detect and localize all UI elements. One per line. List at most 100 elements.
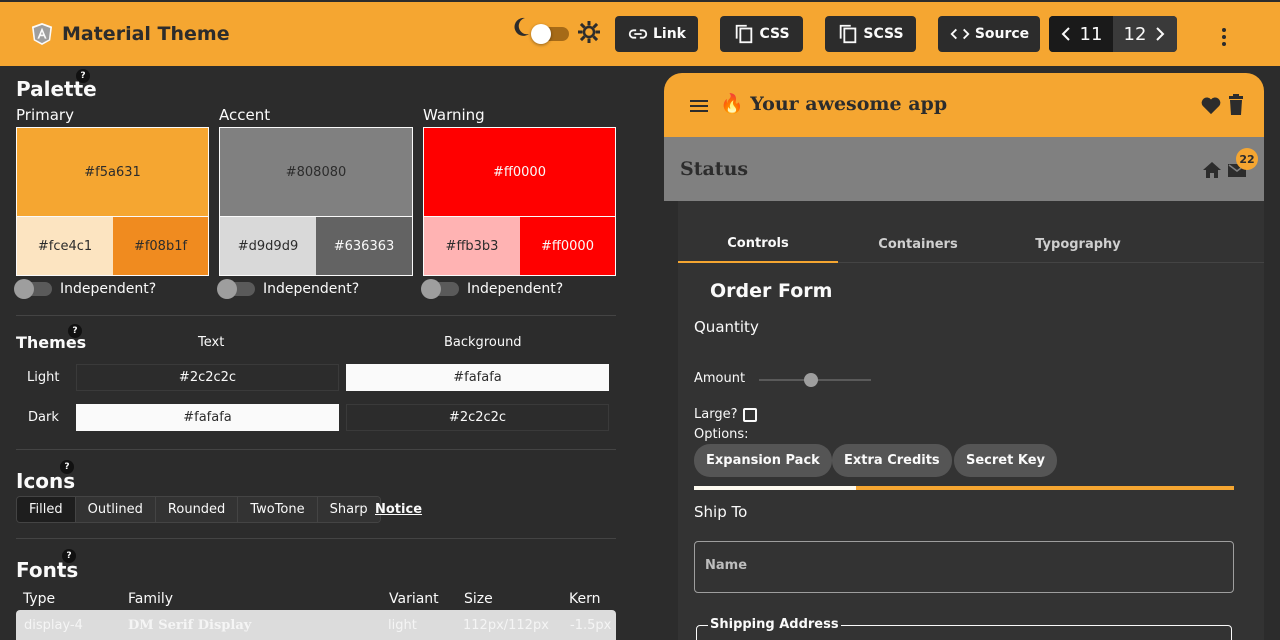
current-version: 11 xyxy=(1079,23,1103,45)
menu-icon[interactable] xyxy=(688,95,710,117)
app-title: Material Theme xyxy=(62,23,230,45)
tab-containers[interactable]: Containers xyxy=(838,225,998,263)
moon-icon xyxy=(514,17,529,36)
icon-style-sharp[interactable]: Sharp xyxy=(317,497,380,522)
slider-thumb[interactable] xyxy=(803,373,818,387)
name-field[interactable] xyxy=(694,541,1234,593)
copy-icon xyxy=(840,24,857,44)
large-label: Large? xyxy=(694,407,738,422)
tab-typography[interactable]: Typography xyxy=(998,225,1158,263)
preview-tabs: Controls Containers Typography xyxy=(678,225,1264,263)
icon-style-rounded[interactable]: Rounded xyxy=(155,497,239,522)
toggle-knob xyxy=(217,279,237,299)
fonts-header-family: Family xyxy=(128,591,174,607)
delete-icon[interactable] xyxy=(1226,94,1246,116)
heart-icon[interactable] xyxy=(1200,94,1222,116)
warning-dark-swatch[interactable]: #ff0000 xyxy=(520,217,615,275)
icon-style-twotone[interactable]: TwoTone xyxy=(238,497,318,522)
light-background-color[interactable]: #fafafa xyxy=(346,364,609,391)
icons-help-icon[interactable]: ? xyxy=(60,460,74,474)
mail-badge: 22 xyxy=(1236,148,1258,170)
font-row-display-4[interactable]: display-4 DM Serif Display light 112px/1… xyxy=(16,610,616,640)
primary-label: Primary xyxy=(16,106,74,124)
primary-main-swatch[interactable]: #f5a631 xyxy=(16,127,209,217)
theme-light-label: Light xyxy=(27,370,60,385)
link-icon xyxy=(628,29,648,39)
primary-light-swatch[interactable]: #fce4c1 xyxy=(17,217,113,275)
name-input[interactable] xyxy=(705,558,1205,573)
theme-dark-label: Dark xyxy=(28,410,59,425)
accent-label: Accent xyxy=(219,106,271,124)
preview-app-title: 🔥 Your awesome app xyxy=(720,93,948,115)
css-button[interactable]: CSS xyxy=(720,16,803,52)
order-progress-bar xyxy=(694,486,1234,490)
order-form-title: Order Form xyxy=(710,280,833,302)
light-text-color[interactable]: #2c2c2c xyxy=(76,364,339,391)
dark-mode-toggle[interactable] xyxy=(531,24,569,44)
toggle-track xyxy=(217,279,255,299)
tab-controls[interactable]: Controls xyxy=(678,225,838,263)
independent-label: Independent? xyxy=(467,281,564,297)
source-button[interactable]: Source xyxy=(938,16,1040,52)
independent-label: Independent? xyxy=(263,281,360,297)
themes-help-icon[interactable]: ? xyxy=(68,324,82,338)
toggle-knob xyxy=(14,279,34,299)
scss-button[interactable]: SCSS xyxy=(825,16,916,52)
chevron-right-icon xyxy=(1156,27,1165,41)
accent-light-swatch[interactable]: #d9d9d9 xyxy=(220,217,316,275)
controls-card: Controls Containers Typography Order For… xyxy=(678,201,1264,640)
primary-dark-swatch[interactable]: #f08b1f xyxy=(113,217,208,275)
toggle-knob xyxy=(421,279,441,299)
status-bar: Status 22 xyxy=(664,137,1264,201)
themes-text-header: Text xyxy=(198,335,225,350)
primary-independent-toggle[interactable]: Independent? xyxy=(14,279,156,299)
dark-text-color[interactable]: #fafafa xyxy=(76,404,339,431)
font-kern: -1.5px xyxy=(570,618,612,633)
accent-dark-swatch[interactable]: #636363 xyxy=(316,217,412,275)
shipping-address-label: Shipping Address xyxy=(708,617,841,632)
fonts-help-icon[interactable]: ? xyxy=(62,549,76,563)
divider xyxy=(16,449,616,450)
divider xyxy=(16,315,616,316)
fonts-header-size: Size xyxy=(464,591,493,607)
copy-icon xyxy=(736,24,753,44)
warning-light-swatch[interactable]: #ffb3b3 xyxy=(424,217,520,275)
quantity-label: Quantity xyxy=(694,318,759,336)
dark-background-color[interactable]: #2c2c2c xyxy=(346,404,609,431)
toggle-track xyxy=(421,279,459,299)
chip-secret-key[interactable]: Secret Key xyxy=(954,444,1057,477)
preview-toolbar: 🔥 Your awesome app xyxy=(664,73,1264,137)
home-icon[interactable] xyxy=(1201,159,1223,181)
previous-version-button[interactable]: 11 xyxy=(1049,16,1113,52)
chip-expansion-pack[interactable]: Expansion Pack xyxy=(694,444,832,477)
notice-link[interactable]: Notice xyxy=(375,502,422,517)
large-checkbox[interactable] xyxy=(743,408,757,422)
fonts-header-variant: Variant xyxy=(389,591,439,607)
themes-background-header: Background xyxy=(444,335,522,350)
font-family: DM Serif Display xyxy=(128,618,252,633)
scss-label: SCSS xyxy=(863,26,904,42)
css-label: CSS xyxy=(759,26,790,42)
accent-main-swatch[interactable]: #808080 xyxy=(219,127,413,217)
version-pager: 11 12 xyxy=(1049,16,1177,52)
more-vert-icon[interactable] xyxy=(1213,26,1235,48)
code-icon xyxy=(950,28,970,40)
palette-help-icon[interactable]: ? xyxy=(76,69,90,83)
next-version-button[interactable]: 12 xyxy=(1113,16,1177,52)
warning-independent-toggle[interactable]: Independent? xyxy=(421,279,564,299)
top-toolbar: Material Theme Link CSS SCSS Source 11 1… xyxy=(0,0,1280,66)
fonts-header-type: Type xyxy=(23,591,56,607)
accent-independent-toggle[interactable]: Independent? xyxy=(217,279,360,299)
font-type: display-4 xyxy=(24,618,83,633)
icon-style-outlined[interactable]: Outlined xyxy=(75,497,156,522)
source-label: Source xyxy=(974,26,1030,42)
link-label: Link xyxy=(653,26,686,42)
chevron-left-icon xyxy=(1061,27,1070,41)
divider xyxy=(16,538,616,539)
chip-extra-credits[interactable]: Extra Credits xyxy=(832,444,952,477)
amount-slider[interactable] xyxy=(759,373,871,387)
warning-main-swatch[interactable]: #ff0000 xyxy=(423,127,616,217)
link-button[interactable]: Link xyxy=(615,16,698,52)
icon-style-filled[interactable]: Filled xyxy=(17,497,76,522)
sun-icon xyxy=(578,21,600,43)
